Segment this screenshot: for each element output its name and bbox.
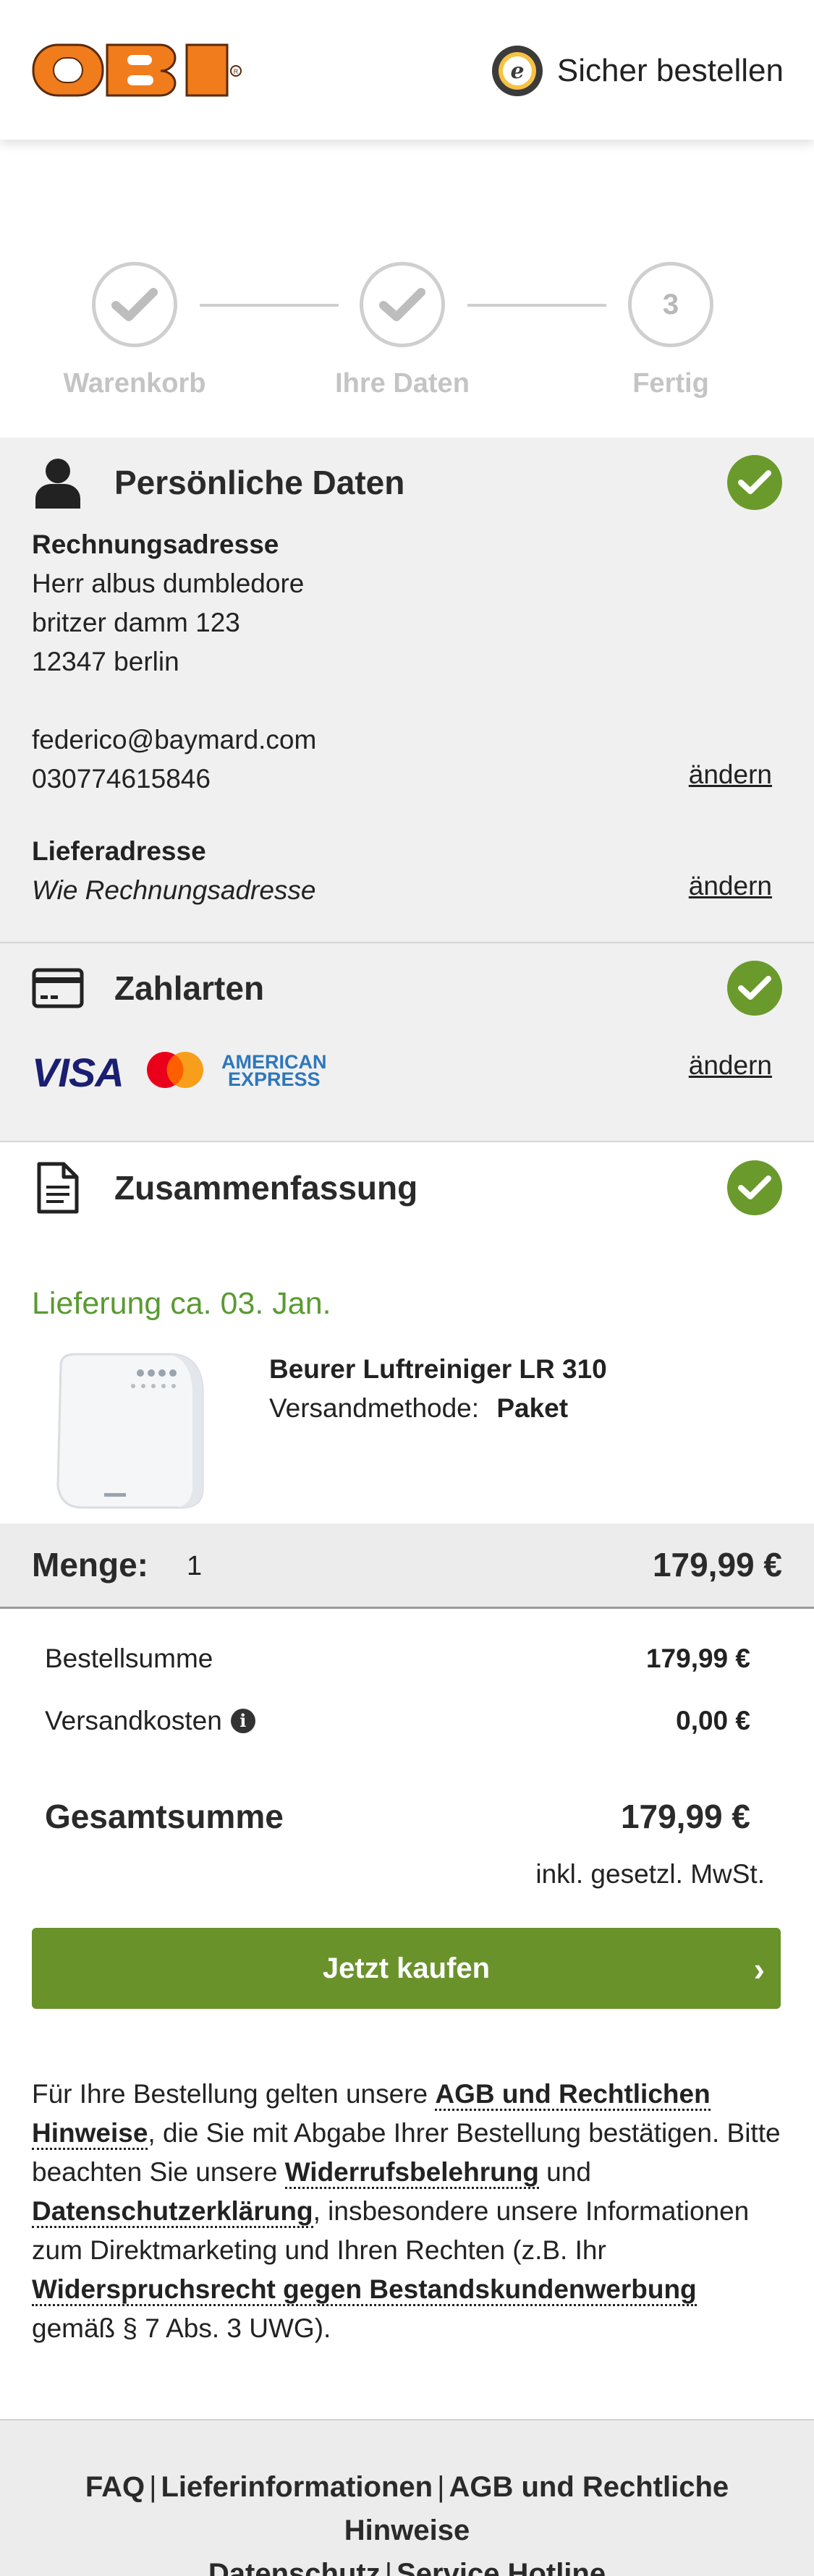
shipping-cost-label: Versandkosten — [45, 1706, 222, 1735]
svg-text:e: e — [510, 59, 524, 84]
quantity-bar: Menge: 1 179,99 € — [0, 1523, 814, 1609]
shipping-cost-value: 0,00 € — [676, 1706, 750, 1735]
change-billing-link[interactable]: ändern — [689, 760, 772, 790]
step-label-done: Fertig — [632, 368, 709, 399]
objection-right-link[interactable]: Widerspruchsrecht gegen Bestandskundenwe… — [32, 2274, 697, 2306]
quantity-label: Menge: — [32, 1546, 148, 1584]
step-done-circle: 3 — [628, 262, 713, 347]
success-check-icon — [727, 961, 782, 1016]
step-label-details: Ihre Daten — [335, 368, 470, 399]
legal-text: und — [538, 2157, 591, 2187]
vat-note: inkl. gesetzl. MwSt. — [535, 1859, 765, 1889]
trusted-shops-badge[interactable]: e Sicher bestellen — [491, 42, 784, 100]
shipping-method: Versandmethode: Paket — [269, 1393, 568, 1424]
user-icon — [32, 456, 84, 509]
summary-title: Zusammenfassung — [114, 1169, 418, 1207]
checkmark-icon — [379, 288, 425, 321]
trust-label: Sicher bestellen — [556, 53, 784, 88]
product-image[interactable] — [32, 1344, 234, 1525]
billing-email: federico@baymard.com — [32, 725, 317, 754]
success-check-icon — [727, 455, 782, 510]
shipping-method-label: Versandmethode: — [269, 1393, 480, 1423]
visa-logo: VISA — [32, 1050, 124, 1095]
change-payment-link[interactable]: ändern — [689, 1050, 772, 1081]
payment-header: Zahlarten — [32, 959, 264, 1017]
billing-phone: 030774615846 — [32, 764, 211, 794]
obi-logo[interactable]: R — [32, 42, 249, 100]
credit-card-icon — [32, 962, 84, 1014]
svg-text:R: R — [234, 68, 239, 75]
change-shipping-link[interactable]: ändern — [689, 871, 772, 901]
order-sum-value: 179,99 € — [645, 1644, 750, 1673]
personal-data-title: Persönliche Daten — [114, 464, 405, 501]
legal-text: Für Ihre Bestellung gelten unsere — [32, 2079, 436, 2109]
shipping-method-value: Paket — [496, 1393, 569, 1423]
summary-header: Zusammenfassung — [32, 1159, 417, 1217]
footer-link-faq[interactable]: FAQ — [85, 2471, 145, 2503]
shipping-cost-row: Versandkosten i — [45, 1706, 255, 1736]
checkout-stepper: 3 Warenkorb Ihre Daten Fertig — [0, 140, 814, 438]
line-price: 179,99 € — [652, 1546, 782, 1584]
delivery-estimate: Lieferung ca. 03. Jan. — [32, 1286, 331, 1321]
order-sum-label: Bestellsumme — [45, 1644, 213, 1673]
payment-title: Zahlarten — [114, 969, 265, 1007]
checkmark-icon — [111, 288, 158, 321]
document-icon — [32, 1162, 84, 1214]
mastercard-logo — [147, 1052, 203, 1088]
billing-address-heading: Rechnungsadresse — [32, 530, 279, 559]
quantity-value: 1 — [187, 1551, 203, 1581]
step-number: 3 — [662, 288, 679, 320]
total-value: 179,99 € — [620, 1798, 750, 1835]
shipping-address-value: Wie Rechnungsadresse — [32, 875, 316, 905]
footer-links: FAQ | Lieferinformationen | AGB und Rechtlic… — [43, 2465, 771, 2576]
footer-link-privacy[interactable]: Datenschutz — [208, 2558, 381, 2576]
step-connector — [467, 304, 606, 307]
divider — [0, 1141, 814, 1142]
info-icon[interactable]: i — [230, 1709, 255, 1733]
legal-notice: Für Ihre Bestellung gelten unsere AGB un… — [32, 2075, 784, 2348]
buy-now-label: Jetzt kaufen — [322, 1952, 491, 1984]
step-label-cart: Warenkorb — [63, 368, 206, 399]
privacy-link[interactable]: Datenschutzerklärung — [32, 2196, 313, 2228]
footer-link-delivery[interactable]: Lieferinformationen — [161, 2471, 433, 2503]
separator: | — [384, 2558, 393, 2576]
step-cart-circle — [92, 262, 177, 347]
amex-logo: AMERICAN EXPRESS — [221, 1053, 327, 1090]
billing-city: 12347 berlin — [32, 647, 179, 676]
shipping-address-heading: Lieferadresse — [32, 836, 206, 866]
separator: | — [437, 2471, 445, 2503]
billing-name: Herr albus dumbledore — [32, 569, 305, 598]
step-connector — [200, 304, 339, 307]
site-header: R e Sicher bestellen — [0, 0, 814, 140]
personal-data-header: Persönliche Daten — [32, 454, 404, 511]
total-label: Gesamtsumme — [45, 1798, 284, 1835]
footer-link-hotline[interactable]: Service Hotline — [397, 2558, 606, 2576]
billing-street: britzer damm 123 — [32, 608, 240, 637]
legal-text: gemäß § 7 Abs. 3 UWG). — [32, 2313, 331, 2343]
trusted-shops-seal-icon: e — [491, 46, 543, 96]
step-details-circle — [360, 262, 445, 347]
site-footer: FAQ | Lieferinformationen | AGB und Rechtlic… — [0, 2419, 814, 2576]
success-check-icon — [727, 1160, 782, 1215]
buy-now-button[interactable]: Jetzt kaufen › — [32, 1928, 781, 2009]
chevron-right-icon: › — [753, 1950, 765, 1988]
separator: | — [149, 2471, 157, 2503]
product-name[interactable]: Beurer Luftreiniger LR 310 — [269, 1354, 607, 1385]
amex-line2: EXPRESS — [227, 1068, 321, 1090]
withdrawal-link[interactable]: Widerrufsbelehrung — [284, 2157, 539, 2189]
